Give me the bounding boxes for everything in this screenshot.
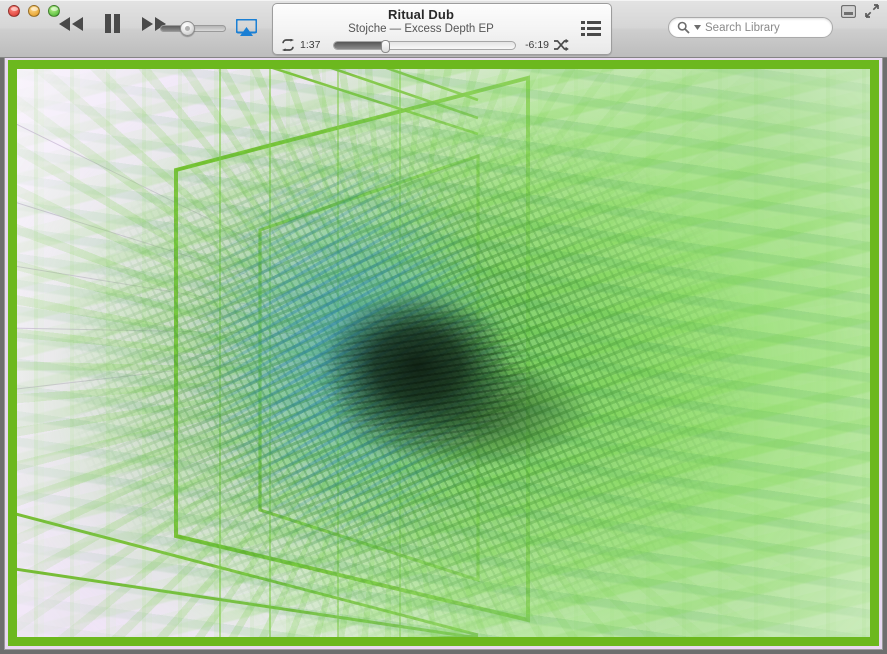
pause-icon (105, 14, 120, 33)
rewind-button[interactable] (58, 16, 84, 32)
remaining-time: -6:19 (525, 39, 549, 51)
search-input[interactable]: Search Library (705, 22, 780, 34)
scrubber-row: 1:37 -6:19 (281, 37, 569, 53)
scrubber-fill (334, 41, 385, 49)
chevron-down-icon[interactable] (694, 25, 701, 30)
list-icon (581, 21, 601, 36)
search-field[interactable]: Search Library (668, 17, 833, 38)
search-magnifier-icon (677, 21, 690, 34)
volume-knob[interactable] (179, 21, 195, 36)
elapsed-time: 1:37 (300, 39, 321, 51)
rewind-icon (59, 16, 83, 31)
track-artist-album: Stojche — Excess Depth EP (348, 23, 494, 35)
shuffle-icon (554, 39, 569, 51)
playpause-button[interactable] (104, 14, 121, 33)
window-controls (8, 5, 60, 17)
now-playing-panel[interactable]: Ritual Dub Stojche — Excess Depth EP 1:3… (272, 3, 612, 55)
scrubber[interactable] (333, 39, 516, 53)
zoom-button[interactable] (48, 5, 60, 17)
miniplayer-icon[interactable] (841, 4, 856, 18)
track-title: Ritual Dub (388, 7, 454, 22)
volume-fill (161, 26, 183, 31)
visualizer-canvas[interactable] (8, 60, 879, 646)
up-next-button[interactable] (581, 19, 601, 44)
itunes-window: Ritual Dub Stojche — Excess Depth EP 1:3… (0, 0, 887, 654)
volume-slider[interactable] (160, 21, 226, 36)
shuffle-button[interactable] (554, 39, 569, 51)
airplay-icon (235, 18, 258, 36)
visualizer-core-texture (8, 60, 879, 646)
fullscreen-arrows-icon[interactable] (865, 4, 879, 18)
toolbar: Ritual Dub Stojche — Excess Depth EP 1:3… (0, 0, 887, 58)
repeat-button[interactable] (281, 39, 295, 51)
window-right-controls (841, 4, 879, 18)
close-button[interactable] (8, 5, 20, 17)
repeat-icon (282, 39, 294, 51)
airplay-button[interactable] (235, 18, 258, 42)
minimize-button[interactable] (28, 5, 40, 17)
scrubber-knob[interactable] (380, 39, 390, 53)
transport-controls (58, 14, 167, 33)
